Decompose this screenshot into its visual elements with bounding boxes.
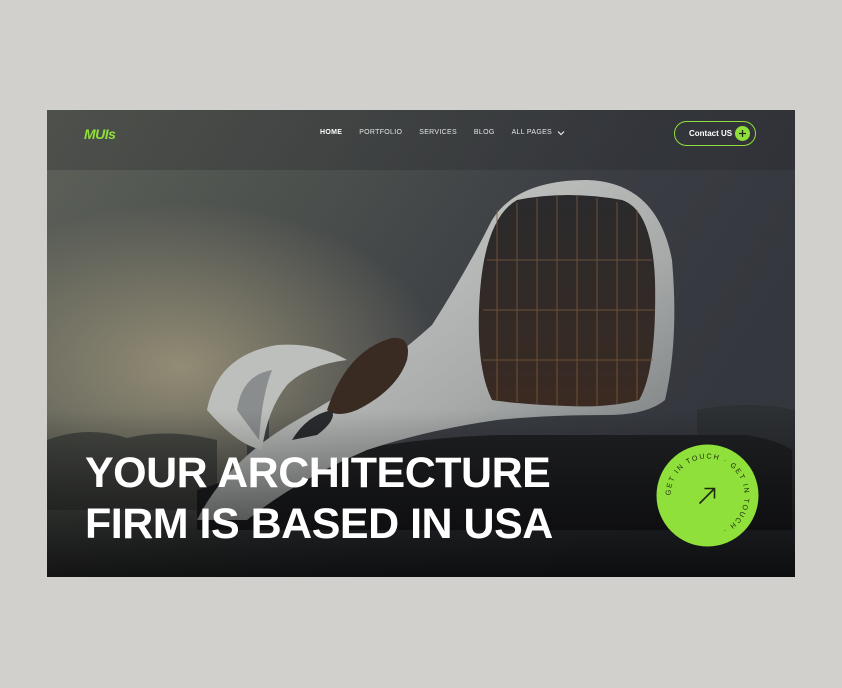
- contact-us-label: Contact US: [689, 129, 733, 138]
- get-in-touch-badge[interactable]: GET IN TOUCH · GET IN TOUCH ·: [656, 444, 759, 547]
- nav-item-all-pages[interactable]: ALL PAGES: [512, 129, 565, 136]
- plus-icon: [735, 126, 750, 141]
- hero-section: MUIs HOME PORTFOLIO SERVICES BLOG ALL PA…: [47, 110, 795, 577]
- nav-item-all-pages-label: ALL PAGES: [511, 129, 553, 136]
- chevron-down-icon: [557, 130, 565, 135]
- nav-item-blog[interactable]: BLOG: [474, 129, 495, 136]
- top-navbar: MUIs HOME PORTFOLIO SERVICES BLOG ALL PA…: [47, 110, 795, 156]
- hero-headline: YOUR ARCHITECTURE FIRM IS BASED IN USA: [85, 448, 553, 550]
- main-menu: HOME PORTFOLIO SERVICES BLOG ALL PAGES: [320, 129, 582, 136]
- nav-item-services[interactable]: SERVICES: [419, 129, 457, 136]
- nav-item-home[interactable]: HOME: [320, 129, 342, 136]
- hero-headline-line1: YOUR ARCHITECTURE: [85, 449, 551, 497]
- brand-logo[interactable]: MUIs: [84, 126, 116, 142]
- contact-us-button[interactable]: Contact US: [674, 121, 756, 146]
- hero-headline-line2: FIRM IS BASED IN USA: [85, 500, 553, 548]
- nav-item-portfolio[interactable]: PORTFOLIO: [359, 129, 402, 136]
